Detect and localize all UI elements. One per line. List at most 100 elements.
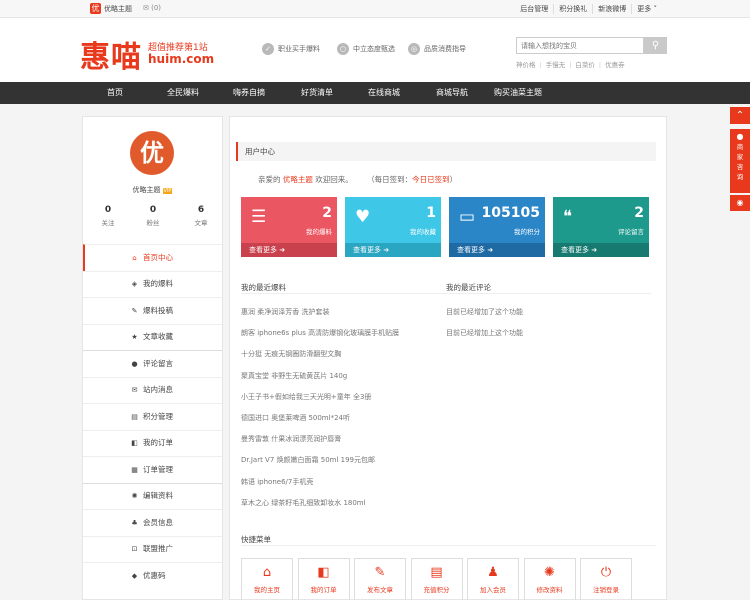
feature-item: ✓ 职业买手爆料 <box>262 43 320 55</box>
card-icon: ▤ <box>430 565 443 580</box>
recent-posts-list: 惠润 柔净润泽芳香 洗护套装 朗客 iphone6s plus 高清防爆钢化玻璃膜… <box>241 307 451 519</box>
user-icon: ♟ <box>487 565 499 580</box>
stat-card-value: 2 <box>634 205 644 221</box>
top-bar: 优 优略主题 ✉ (0) 后台管理 积分换礼 新浪微博 更多 ˅ <box>0 0 750 18</box>
nav-item-tips[interactable]: 全民爆料 <box>167 82 199 104</box>
list-item[interactable]: 德国进口 奥堡莱啤酒 500ml*24听 <box>241 413 451 434</box>
search-button[interactable]: ⚲ <box>644 37 667 54</box>
qq-consult-button[interactable]: ● 商家咨询 <box>730 129 750 193</box>
sidebar-item-label: 我的爆料 <box>143 279 173 288</box>
mail-counter[interactable]: ✉ (0) <box>143 4 161 12</box>
stat-card-value: 105105 <box>481 205 540 221</box>
sidebar-item-label: 编辑资料 <box>143 491 173 500</box>
site-name[interactable]: 优略主题 <box>104 4 132 14</box>
sidebar-item[interactable]: ◈ 我的爆料 <box>83 270 222 298</box>
recent-posts-title: 我的最近爆料 <box>241 283 286 292</box>
sidebar-item[interactable]: ◆ 优惠码 <box>83 562 222 589</box>
watch-button[interactable]: ◉ <box>730 195 750 211</box>
avatar[interactable]: 优 <box>130 131 174 175</box>
quick-menu-label: 注销登录 <box>593 586 619 594</box>
sidebar-item[interactable]: ⊡ 联盟推广 <box>83 535 222 563</box>
sidebar-item[interactable]: ● 评论留言 <box>83 350 222 377</box>
list-item[interactable]: 曼秀雷敦 什果冰润漂亮润护唇膏 <box>241 434 451 455</box>
sidebar-item[interactable]: ♣ 会员信息 <box>83 509 222 536</box>
list-item[interactable]: Dr.Jart V7 焕颜嫩白面霜 50ml 199元包邮 <box>241 455 451 476</box>
list-item[interactable]: 目前已经增加了这个功能 <box>446 307 656 328</box>
view-more-link[interactable]: 查看更多 ➜ <box>241 243 337 257</box>
nav-item-list[interactable]: 好货清单 <box>301 82 333 104</box>
list-item[interactable]: 聚真宝堂 非野生无硫黄芪片 140g <box>241 371 451 392</box>
nav-item-mall-nav[interactable]: 商城导航 <box>436 82 468 104</box>
view-more-link[interactable]: 查看更多 ➜ <box>345 243 441 257</box>
sidebar-item[interactable]: ✉ 站内消息 <box>83 376 222 404</box>
view-more-link[interactable]: 查看更多 ➜ <box>449 243 545 257</box>
share-icon: ⊡ <box>131 545 138 553</box>
qq-icon: ● <box>730 132 750 142</box>
nav-item-mall[interactable]: 在线商城 <box>368 82 400 104</box>
cart-icon: ◧ <box>131 439 138 447</box>
sidebar-item[interactable]: ◧ 我的订单 <box>83 429 222 457</box>
quick-menu-button[interactable]: ⌂ 我的主页 <box>241 558 293 600</box>
sidebar-item-label: 订单管理 <box>143 464 173 474</box>
top-link-more[interactable]: 更多 ˅ <box>631 4 662 14</box>
nav-item-home[interactable]: 首页 <box>107 82 123 104</box>
divider <box>241 545 656 546</box>
thumb-icon: ✓ <box>262 43 274 55</box>
top-link-admin[interactable]: 后台管理 <box>515 4 553 14</box>
stat-card: ❝ 2 评论留言 查看更多 ➜ <box>553 197 649 257</box>
stat-card-label: 评论留言 <box>618 228 644 236</box>
envelope-icon: ✉ <box>131 386 138 394</box>
sidebar-item[interactable]: ⌂ 首页中心 <box>83 244 222 271</box>
quick-menu-button[interactable]: ✺ 修改资料 <box>523 558 576 600</box>
top-link-weibo[interactable]: 新浪微博 <box>592 4 631 14</box>
edit-icon: ✎ <box>374 565 386 580</box>
list-item[interactable]: 目前已经增加上这个功能 <box>446 328 656 349</box>
logo-text[interactable]: 惠喵 <box>80 32 142 76</box>
sign-in-link[interactable]: 今日已签到 <box>412 175 450 184</box>
stat-articles[interactable]: 6 文章 <box>181 205 221 227</box>
quick-menu-button[interactable]: ✎ 发布文章 <box>354 558 406 600</box>
nav-item-coupons[interactable]: 嗨券自摘 <box>233 82 265 104</box>
sidebar-item-label: 会员信息 <box>143 517 173 527</box>
sidebar-item[interactable]: ✺ 编辑资料 <box>83 482 222 510</box>
quick-menu-label: 充值积分 <box>423 586 450 594</box>
hot-word[interactable]: 手慢无 <box>540 59 566 69</box>
list-item[interactable]: 朗客 iphone6s plus 高清防爆钢化玻璃膜手机贴膜 <box>241 328 451 349</box>
hot-word[interactable]: 神价格 <box>516 59 536 69</box>
stat-card-label: 我的收藏 <box>410 228 436 236</box>
list-item[interactable]: 十分挺 无痕无钢圈防滑翻型文胸 <box>241 349 451 370</box>
top-links: 后台管理 积分换礼 新浪微博 更多 ˅ <box>515 4 662 14</box>
quick-menu-button[interactable]: ⏻ 注销登录 <box>580 558 632 600</box>
sidebar-item[interactable]: ▦ 订单管理 <box>83 456 222 483</box>
stat-follow[interactable]: 0 关注 <box>88 205 128 227</box>
quick-menu-button[interactable]: ◧ 我的订单 <box>297 558 350 600</box>
welcome-username[interactable]: 优略主题 <box>283 175 313 184</box>
list-item[interactable]: 惠润 柔净润泽芳香 洗护套装 <box>241 307 451 328</box>
quick-menu-button[interactable]: ♟ 加入会员 <box>467 558 519 600</box>
list-item[interactable]: 草木之心 绿茶籽毛孔细致卸妆水 180ml <box>241 498 451 519</box>
feature-item: ◎ 品质消费指导 <box>408 43 466 55</box>
user-sidebar: 优 优略主题 VIP 0 关注 0 粉丝 6 文章 ⌂ 首页中心 ◈ 我的爆料 ✎ 爆料投稿 ★ 文章… <box>82 116 223 600</box>
sidebar-item[interactable]: ★ 文章收藏 <box>83 323 222 351</box>
cube-icon: ◈ <box>131 280 138 288</box>
list-item[interactable]: 小王子书+假如给我三天光明+童年 全3册 <box>241 392 451 413</box>
back-to-top-button[interactable]: ⌃ <box>730 107 750 124</box>
quick-menu-button[interactable]: ▤ 充值积分 <box>410 558 463 600</box>
quick-menu-label: 我的主页 <box>254 586 280 594</box>
list-item[interactable]: 韩语 iphone6/7手机壳 <box>241 477 451 498</box>
stat-fans[interactable]: 0 粉丝 <box>133 205 173 227</box>
view-more-link[interactable]: 查看更多 ➜ <box>553 243 649 257</box>
quick-menu-label: 发布文章 <box>367 586 393 594</box>
star-icon: ★ <box>131 333 138 341</box>
hot-word[interactable]: 白菜价 <box>569 59 595 69</box>
site-logo-icon[interactable]: 优 <box>90 3 101 14</box>
top-link-points-shop[interactable]: 积分换礼 <box>553 4 592 14</box>
sidebar-item[interactable]: ▤ 积分管理 <box>83 403 222 430</box>
sidebar-item-label: 爆料投稿 <box>143 305 173 315</box>
main-panel: 用户中心 亲爱的 优略主题 欢迎回来。 （每日签到：今日已签到） ☰ 2 我的爆料查… <box>229 116 667 600</box>
search-input[interactable] <box>516 37 644 54</box>
nav-item-buy-theme[interactable]: 购买油菜主题 <box>494 82 542 104</box>
hot-word[interactable]: 优惠券 <box>599 59 625 69</box>
stat-card-value: 1 <box>426 205 436 221</box>
sidebar-item[interactable]: ✎ 爆料投稿 <box>83 297 222 324</box>
